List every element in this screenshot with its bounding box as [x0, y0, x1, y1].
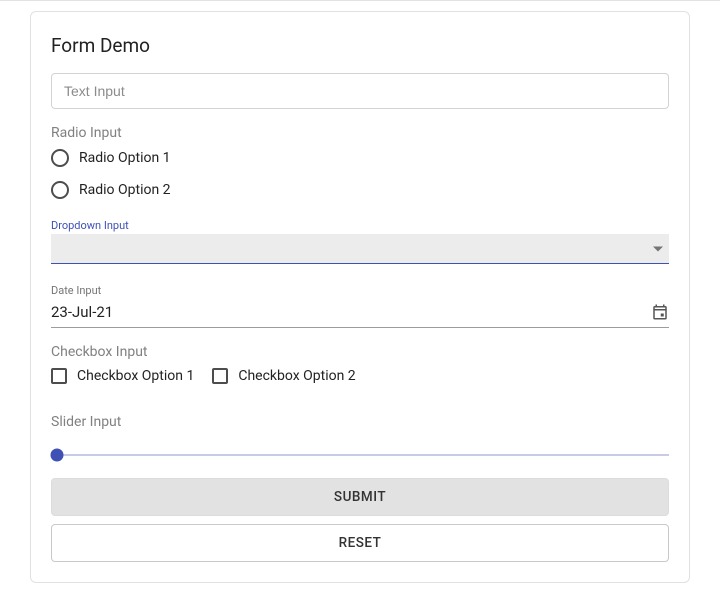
checkbox-option-label: Checkbox Option 1: [77, 368, 194, 384]
reset-button[interactable]: RESET: [51, 524, 669, 562]
checkbox-group-label: Checkbox Input: [51, 344, 669, 360]
form-title: Form Demo: [51, 34, 669, 57]
radio-option-2[interactable]: Radio Option 2: [51, 181, 669, 199]
slider-input[interactable]: [51, 454, 669, 456]
form-card: Form Demo Radio Input Radio Option 1 Rad…: [30, 11, 690, 583]
page-root: Form Demo Radio Input Radio Option 1 Rad…: [0, 0, 720, 603]
radio-group: Radio Option 1 Radio Option 2: [51, 149, 669, 199]
date-value: 23-Jul-21: [51, 303, 113, 321]
dropdown-label: Dropdown Input: [51, 219, 669, 232]
date-label: Date Input: [51, 284, 669, 297]
checkbox-option-2[interactable]: Checkbox Option 2: [212, 368, 355, 384]
dropdown-input[interactable]: [51, 234, 669, 264]
chevron-down-icon: [653, 246, 663, 251]
radio-option-1[interactable]: Radio Option 1: [51, 149, 669, 167]
checkbox-option-1[interactable]: Checkbox Option 1: [51, 368, 194, 384]
checkbox-option-label: Checkbox Option 2: [238, 368, 355, 384]
calendar-icon: [651, 303, 669, 321]
checkbox-group: Checkbox Option 1 Checkbox Option 2: [51, 368, 669, 398]
slider-track: [51, 454, 669, 456]
radio-option-label: Radio Option 1: [79, 150, 171, 166]
slider-thumb[interactable]: [51, 449, 64, 462]
slider-label: Slider Input: [51, 414, 669, 430]
radio-icon: [51, 181, 69, 199]
radio-group-label: Radio Input: [51, 125, 669, 141]
radio-option-label: Radio Option 2: [79, 182, 171, 198]
submit-button[interactable]: SUBMIT: [51, 478, 669, 516]
radio-icon: [51, 149, 69, 167]
checkbox-icon: [212, 368, 228, 384]
checkbox-icon: [51, 368, 67, 384]
text-input[interactable]: [51, 73, 669, 109]
date-input[interactable]: 23-Jul-21: [51, 299, 669, 328]
